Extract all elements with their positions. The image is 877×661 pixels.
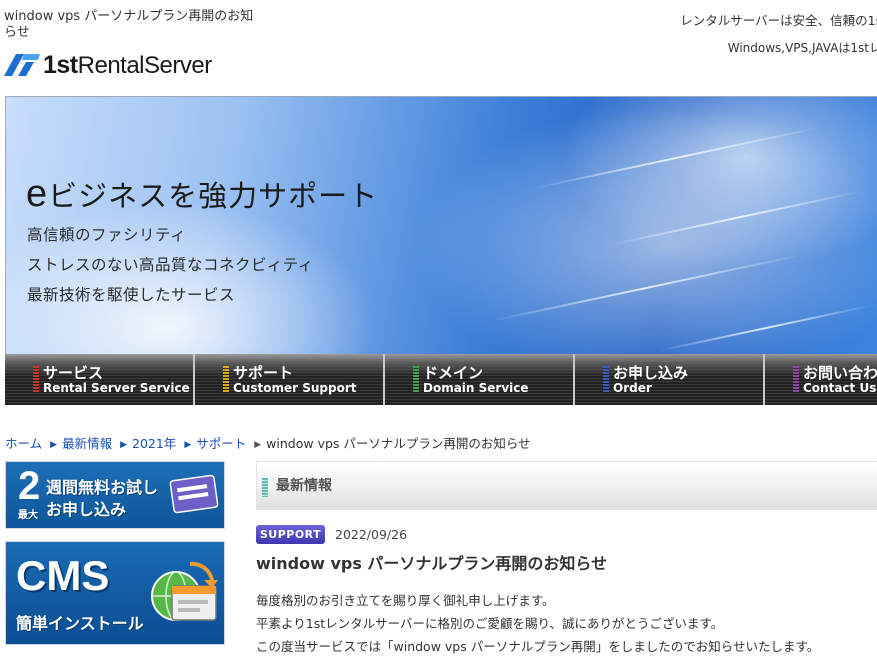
category-badge[interactable]: SUPPORT: [256, 525, 325, 544]
nav-item-sublabel: Rental Server Service: [43, 381, 190, 395]
post-title: window vps パーソナルプラン再開のお知らせ: [256, 554, 608, 573]
nav-item-sublabel: Domain Service: [423, 381, 529, 395]
news-section-header: 最新情報: [256, 461, 877, 510]
nav-marker-icon: [223, 366, 229, 393]
nav-item-contact[interactable]: お問い合わ Contact Us: [765, 354, 877, 405]
cms-title: CMS: [16, 552, 110, 599]
post-date: 2022/09/26: [335, 527, 408, 542]
nav-item-label: お問い合わ: [803, 364, 877, 382]
nav-marker-icon: [603, 366, 609, 393]
logo-text: 1stRentalServer: [43, 50, 212, 79]
trial-line1: 週間無料お試し: [46, 478, 159, 497]
header-subtagline: Windows,VPS,JAVAは1stレ: [727, 41, 877, 55]
breadcrumb-year-link[interactable]: 2021年: [132, 436, 176, 451]
breadcrumb-current: window vps パーソナルプラン再開のお知らせ: [266, 436, 531, 451]
nav-item-label: サービス: [43, 364, 104, 382]
free-trial-banner[interactable]: 2 最大 週間無料お試し お申し込み: [5, 461, 225, 529]
nav-item-sublabel: Order: [613, 381, 652, 395]
hero-line: 最新技術を駆使したサービス: [27, 286, 236, 304]
chevron-right-icon: ▶: [184, 440, 192, 450]
breadcrumb-home-link[interactable]: ホーム: [5, 436, 42, 451]
global-nav: サービス Rental Server Service サポート Customer…: [5, 354, 877, 405]
nav-item-label: お申し込み: [613, 364, 689, 382]
breadcrumb-support-link[interactable]: サポート: [196, 436, 246, 451]
section-marker-icon: [262, 478, 268, 497]
hero-line: 高信頼のファシリティ: [27, 226, 187, 244]
cms-install-banner[interactable]: CMS 簡単インストール: [5, 541, 225, 645]
nav-item-sublabel: Customer Support: [233, 381, 357, 395]
nav-item-label: サポート: [233, 364, 294, 382]
cms-subtitle: 簡単インストール: [16, 614, 144, 633]
trial-line2: お申し込み: [46, 500, 127, 519]
globe-install-icon: [151, 561, 218, 621]
hero-heading: eビジネスを強力サポート: [26, 173, 379, 215]
nav-item-service[interactable]: サービス Rental Server Service: [5, 354, 195, 405]
nav-marker-icon: [793, 366, 799, 393]
breadcrumb: ホーム ▶ 最新情報 ▶ 2021年 ▶ サポート ▶ window vps パーソナルプラン再…: [5, 433, 531, 452]
logo-mark-icon: [4, 54, 40, 76]
post-paragraph: この度当サービスでは「window vps パーソナルプラン再開」をしましたので…: [256, 639, 820, 654]
trial-number: 2: [18, 464, 41, 508]
chevron-right-icon: ▶: [120, 440, 127, 450]
nav-item-support[interactable]: サポート Customer Support: [195, 354, 385, 405]
header-tagline: レンタルサーバーは安全、信頼の1st: [680, 13, 877, 28]
nav-item-sublabel: Contact Us: [803, 381, 877, 395]
nav-item-domain[interactable]: ドメイン Domain Service: [385, 354, 575, 405]
section-title: 最新情報: [276, 478, 332, 494]
nav-marker-icon: [33, 366, 39, 393]
hero-banner: eビジネスを強力サポート 高信頼のファシリティ ストレスのない高品質なコネクビィ…: [5, 96, 877, 356]
nav-item-label: ドメイン: [423, 364, 484, 382]
chevron-right-icon: ▶: [50, 440, 58, 450]
post-paragraph: 毎度格別のお引き立てを賜り厚く御礼申し上げます。: [256, 593, 555, 608]
form-window-icon: [169, 474, 219, 514]
page-header-title: window vps パーソナルプラン再開のお知らせ: [4, 9, 254, 40]
trial-number-sub: 最大: [18, 510, 38, 521]
post-paragraph: 平素より1stレンタルサーバーに格別のご愛顧を賜り、誠にありがとうございます。: [256, 616, 724, 631]
chevron-right-icon: ▶: [254, 440, 262, 450]
nav-marker-icon: [413, 366, 419, 393]
nav-item-order[interactable]: お申し込み Order: [575, 354, 765, 405]
breadcrumb-news-link[interactable]: 最新情報: [62, 436, 112, 451]
hero-line: ストレスのない高品質なコネクビィティ: [27, 256, 314, 274]
site-logo[interactable]: 1stRentalServer: [4, 50, 212, 80]
